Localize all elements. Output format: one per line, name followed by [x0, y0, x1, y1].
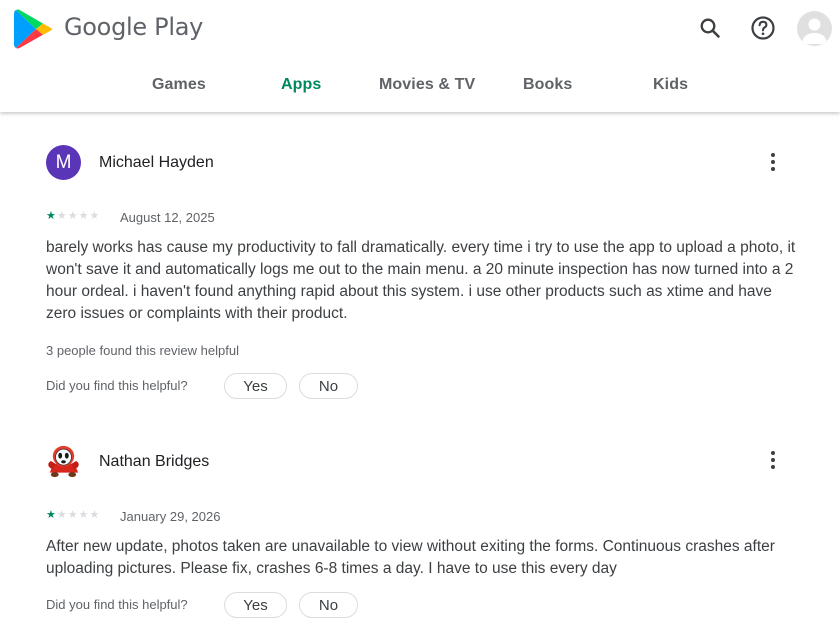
helpful-no-button[interactable]: No — [299, 373, 358, 399]
helpful-yes-button[interactable]: Yes — [224, 373, 287, 399]
review-text: barely works has cause my productivity t… — [46, 239, 796, 322]
star-empty-icon: ★ — [56, 509, 67, 521]
star-empty-icon: ★ — [56, 210, 67, 222]
help-icon[interactable] — [749, 14, 777, 42]
reviewer-name: Michael Hayden — [99, 154, 214, 171]
tab-books[interactable]: Books — [523, 76, 572, 94]
star-rating: ★ ★ ★ ★ ★ — [46, 510, 99, 521]
tab-movies-tv[interactable]: Movies & TV — [379, 76, 475, 94]
review-date: January 29, 2026 — [120, 509, 221, 524]
star-empty-icon: ★ — [78, 509, 89, 521]
star-empty-icon: ★ — [67, 509, 78, 521]
more-options-icon[interactable] — [760, 447, 786, 473]
star-empty-icon: ★ — [89, 210, 100, 222]
google-play-logo-icon[interactable] — [14, 8, 54, 50]
account-icon[interactable] — [797, 11, 832, 46]
tab-apps[interactable]: Apps — [281, 76, 321, 94]
top-app-bar: Google Play Games Apps Movies & TV Books… — [0, 0, 840, 112]
helpful-question: Did you find this helpful? — [46, 378, 188, 393]
helpful-question: Did you find this helpful? — [46, 597, 188, 612]
star-filled-icon: ★ — [46, 509, 56, 521]
star-empty-icon: ★ — [67, 210, 78, 222]
brand-name: Google Play — [64, 13, 204, 41]
tab-games[interactable]: Games — [152, 76, 206, 94]
helpful-count: 3 people found this review helpful — [46, 343, 239, 358]
tab-kids[interactable]: Kids — [653, 76, 688, 94]
search-icon[interactable] — [696, 14, 724, 42]
review-date: August 12, 2025 — [120, 210, 215, 225]
helpful-no-button[interactable]: No — [299, 592, 358, 618]
review-text: After new update, photos taken are unava… — [46, 538, 775, 577]
helpful-yes-button[interactable]: Yes — [224, 592, 287, 618]
star-filled-icon: ★ — [46, 210, 56, 222]
star-empty-icon: ★ — [78, 210, 89, 222]
more-options-icon[interactable] — [760, 149, 786, 175]
star-rating: ★ ★ ★ ★ ★ — [46, 211, 99, 222]
character-avatar-icon — [46, 443, 81, 478]
reviewer-avatar: M — [46, 145, 81, 180]
star-empty-icon: ★ — [89, 509, 100, 521]
category-tabs: Games Apps Movies & TV Books Kids — [0, 70, 840, 102]
reviewer-name: Nathan Bridges — [99, 453, 210, 470]
